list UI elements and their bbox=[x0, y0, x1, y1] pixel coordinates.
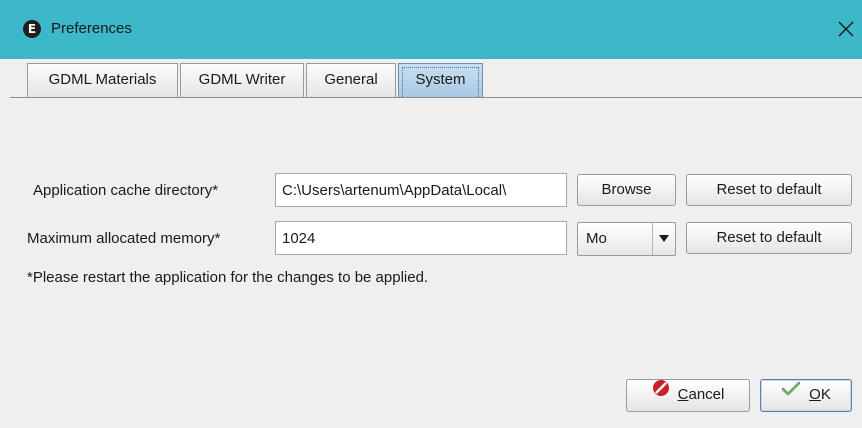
tab-general[interactable]: General bbox=[306, 63, 396, 97]
cache-directory-label: Application cache directory* bbox=[33, 182, 219, 199]
app-logo-icon: E bbox=[23, 20, 41, 38]
ok-label-rest: K bbox=[820, 386, 831, 403]
reset-cache-default-button[interactable]: Reset to default bbox=[686, 174, 852, 206]
cancel-label-rest: ancel bbox=[688, 386, 725, 403]
title-bar[interactable]: E Preferences bbox=[0, 0, 862, 59]
reset-memory-default-button[interactable]: Reset to default bbox=[686, 222, 852, 254]
checkmark-icon bbox=[781, 378, 801, 408]
tab-label: GDML Writer bbox=[198, 71, 286, 88]
tab-gdml-writer[interactable]: GDML Writer bbox=[180, 63, 304, 97]
max-memory-label: Maximum allocated memory* bbox=[27, 230, 221, 247]
cancel-button[interactable]: Cancel bbox=[626, 379, 750, 412]
tab-label: General bbox=[324, 71, 378, 88]
browse-button[interactable]: Browse bbox=[577, 174, 676, 206]
window-title: Preferences bbox=[51, 20, 132, 37]
preferences-window: E Preferences GDML Materials GDML Writer… bbox=[0, 0, 862, 428]
cache-directory-input[interactable] bbox=[275, 173, 567, 207]
memory-unit-select[interactable]: Mo bbox=[577, 222, 676, 256]
cancel-mnemonic: C bbox=[677, 386, 689, 403]
close-icon bbox=[838, 21, 854, 37]
tab-gdml-materials[interactable]: GDML Materials bbox=[27, 63, 178, 97]
memory-unit-value: Mo bbox=[586, 230, 607, 247]
ok-button[interactable]: OK bbox=[760, 379, 852, 412]
restart-note: *Please restart the application for the … bbox=[27, 269, 429, 286]
tab-label: GDML Materials bbox=[48, 71, 157, 88]
tab-system[interactable]: System bbox=[398, 63, 483, 97]
close-button[interactable] bbox=[830, 13, 862, 45]
tab-label: System bbox=[415, 71, 466, 88]
max-memory-input[interactable] bbox=[275, 221, 567, 255]
chevron-down-icon bbox=[652, 223, 675, 255]
ok-mnemonic: O bbox=[809, 386, 821, 403]
cancel-icon bbox=[652, 378, 670, 408]
